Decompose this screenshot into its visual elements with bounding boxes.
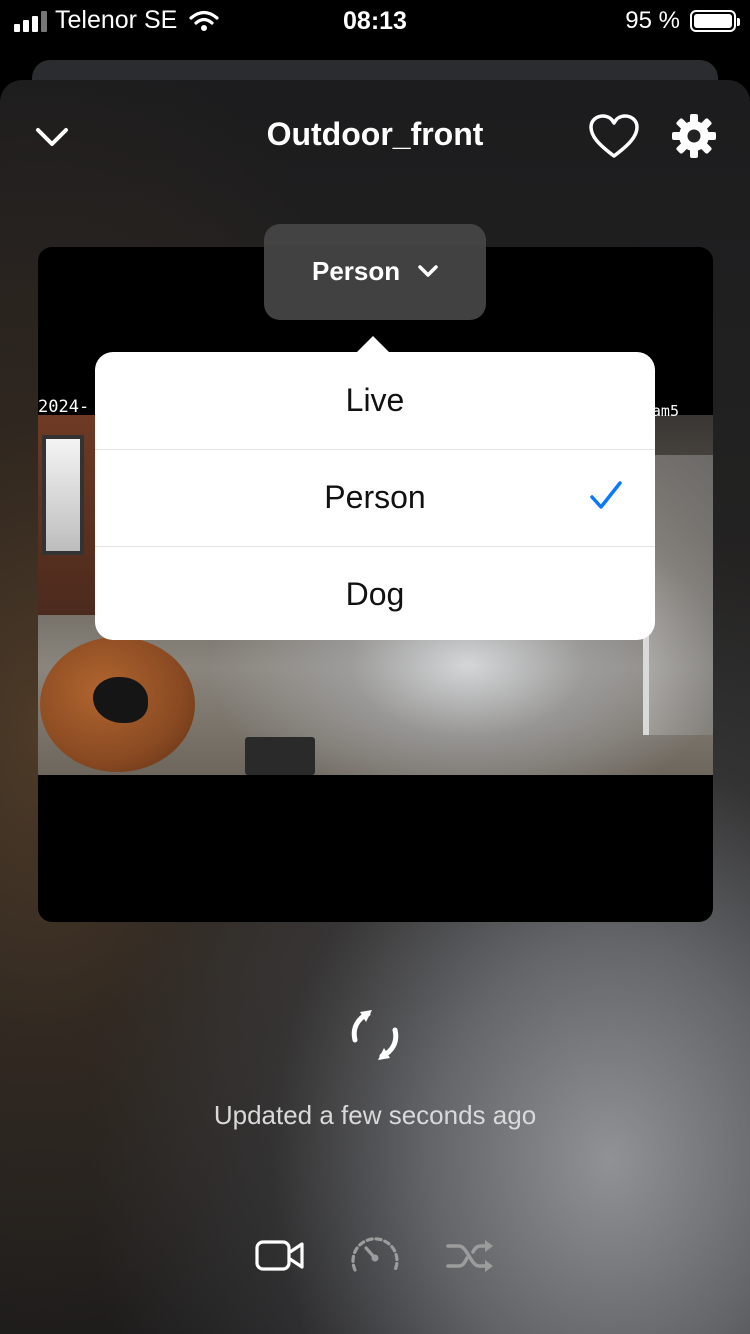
camera-modal: Outdoor_front 2024- am5 Person Live Pers… — [0, 80, 750, 1334]
battery-percent: 95 % — [625, 7, 680, 34]
shuffle-icon[interactable] — [445, 1232, 497, 1280]
menu-item-live[interactable]: Live — [95, 352, 655, 448]
filter-dropdown-button[interactable]: Person — [264, 224, 486, 320]
speedometer-icon[interactable] — [349, 1232, 401, 1280]
filter-selected-label: Person — [312, 256, 401, 286]
menu-item-label: Dog — [345, 576, 405, 612]
snapshot-block — [245, 737, 315, 775]
snapshot-window — [42, 435, 84, 555]
refresh-icon[interactable] — [346, 1006, 404, 1064]
menu-item-person[interactable]: Person — [95, 449, 655, 545]
checkmark-icon — [590, 481, 622, 509]
status-bar: Telenor SE 08:13 95 % — [0, 0, 750, 42]
camera-name-overlay: am5 — [651, 402, 679, 420]
menu-item-label: Live — [345, 381, 405, 418]
menu-item-dog[interactable]: Dog — [95, 546, 655, 642]
video-camera-icon[interactable] — [254, 1232, 306, 1280]
last-updated-text: Updated a few seconds ago — [213, 1100, 537, 1130]
heart-icon[interactable] — [588, 114, 640, 160]
battery-icon — [690, 10, 740, 32]
menu-item-label: Person — [324, 479, 426, 515]
timestamp-overlay: 2024- — [38, 397, 90, 417]
filter-dropdown-menu: Live Person Dog — [95, 336, 655, 642]
chevron-down-icon — [418, 265, 438, 277]
gear-icon[interactable] — [672, 114, 716, 158]
